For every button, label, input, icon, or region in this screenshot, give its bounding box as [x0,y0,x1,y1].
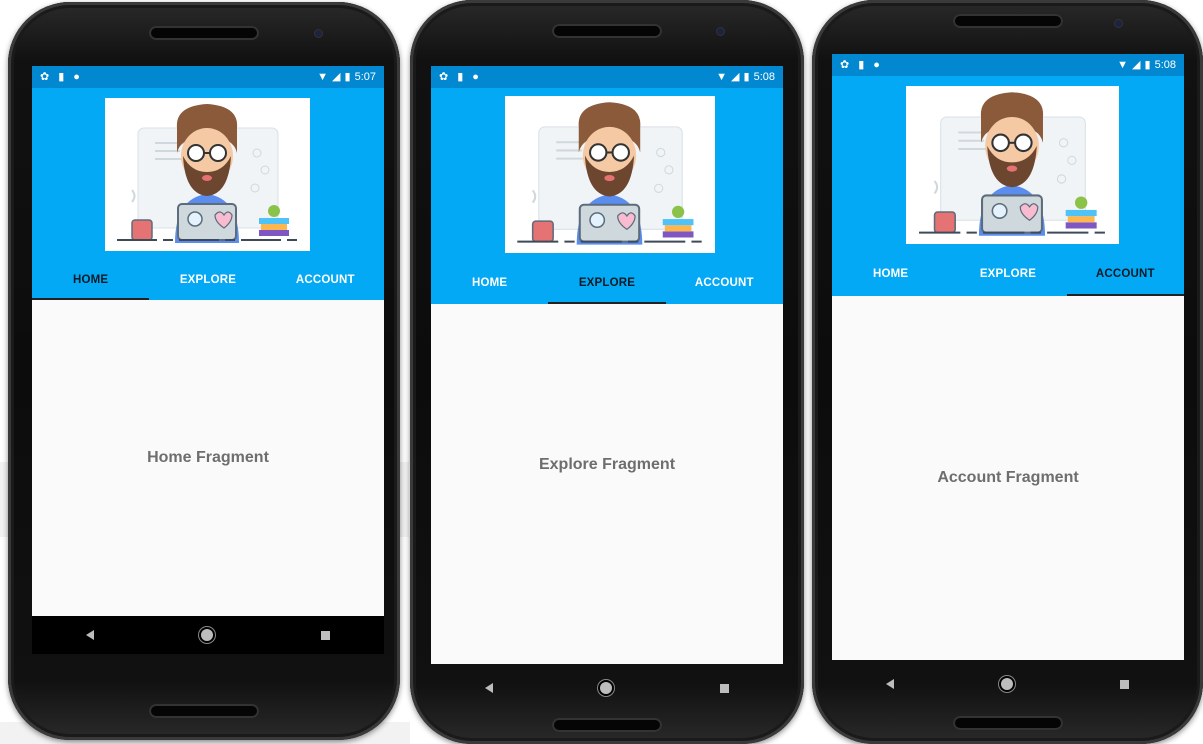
recents-icon[interactable] [720,683,730,693]
wifi-icon: ▼ [317,70,329,83]
tab-label: ACCOUNT [295,274,355,286]
screen: ✿ ▮ ● ▼ ◢ ▮ 5:08 [431,66,783,664]
sync-icon: ● [73,70,80,83]
home-icon[interactable] [201,629,214,641]
tab-account[interactable]: ACCOUNT [1066,252,1184,296]
home-icon[interactable] [600,682,613,694]
fragment-content: Home Fragment [32,300,384,616]
tab-label: EXPLORE [179,274,237,286]
status-bar: ✿ ▮ ● ▼ ◢ ▮ 5:07 [32,66,384,88]
signal-icon: ◢ [731,70,740,83]
sd-card-icon: ▮ [457,70,464,83]
battery-icon: ▮ [1144,58,1151,71]
status-bar: ✿ ▮ ● ▼ ◢ ▮ 5:08 [431,66,783,88]
tab-home[interactable]: HOME [32,260,150,300]
navigation-bar [832,664,1183,704]
earpiece-speaker [952,14,1063,28]
earpiece-speaker [149,26,259,40]
header-image [906,86,1119,244]
battery-icon: ▮ [743,70,750,83]
status-time: 5:08 [1154,59,1176,71]
settings-icon: ✿ [40,70,50,83]
developer-illustration [117,104,300,243]
tab-bar: HOME EXPLORE ACCOUNT [32,260,384,300]
bottom-speaker [149,704,259,718]
tab-label: EXPLORE [979,268,1037,280]
sd-card-icon: ▮ [58,70,65,83]
screen: ✿ ▮ ● ▼ ◢ ▮ 5:08 [832,54,1184,660]
sd-card-icon: ▮ [858,58,865,71]
tab-explore[interactable]: EXPLORE [548,262,666,304]
tab-home[interactable]: HOME [431,262,548,304]
phone-explore: ✿ ▮ ● ▼ ◢ ▮ 5:08 HOME EXPLORE ACCOUNT Ex… [410,0,804,744]
settings-icon: ✿ [840,58,850,71]
developer-illustration [919,92,1109,236]
front-camera [717,28,724,35]
tab-label: ACCOUNT [694,277,754,289]
tab-label: EXPLORE [578,277,636,289]
status-time: 5:07 [354,71,376,83]
front-camera [315,30,322,37]
signal-icon: ◢ [1132,58,1141,71]
screen: ✿ ▮ ● ▼ ◢ ▮ 5:07 HOME EXPLORE ACCOUNT Ho… [32,66,384,654]
sync-icon: ● [472,70,479,83]
tab-explore[interactable]: EXPLORE [149,260,266,300]
navigation-bar [431,666,783,710]
tab-label: HOME [873,268,909,280]
tab-bar: HOME EXPLORE ACCOUNT [832,252,1184,296]
signal-icon: ◢ [332,70,341,83]
battery-icon: ▮ [344,70,351,83]
back-icon[interactable] [885,679,894,689]
navigation-bar [32,616,384,654]
recents-icon[interactable] [321,630,331,640]
recents-icon[interactable] [1120,679,1130,689]
wifi-icon: ▼ [1117,58,1129,71]
status-bar: ✿ ▮ ● ▼ ◢ ▮ 5:08 [832,54,1184,76]
tab-label: HOME [73,274,109,286]
bottom-speaker [952,716,1063,730]
status-time: 5:08 [753,71,775,83]
fragment-title: Account Fragment [937,469,1079,486]
phone-home: ✿ ▮ ● ▼ ◢ ▮ 5:07 HOME EXPLORE ACCOUNT Ho… [8,2,400,740]
developer-illustration [517,102,705,245]
wifi-icon: ▼ [716,70,728,83]
home-icon[interactable] [1000,678,1013,690]
fragment-title: Home Fragment [147,449,269,466]
settings-icon: ✿ [439,70,449,83]
tab-label: HOME [472,277,508,289]
earpiece-speaker [552,24,662,38]
front-camera [1115,20,1122,27]
back-icon[interactable] [484,683,493,693]
tab-account[interactable]: ACCOUNT [267,260,384,300]
tab-label: ACCOUNT [1095,268,1155,280]
tab-bar: HOME EXPLORE ACCOUNT [431,262,783,304]
tab-home[interactable]: HOME [832,252,949,296]
header-image [505,96,715,253]
tab-account[interactable]: ACCOUNT [666,262,783,304]
fragment-content: Account Fragment [832,296,1184,660]
tab-explore[interactable]: EXPLORE [949,252,1066,296]
fragment-title: Explore Fragment [538,456,676,473]
bottom-speaker [552,718,662,732]
fragment-content: Explore Fragment [431,304,783,626]
phone-account: ✿ ▮ ● ▼ ◢ ▮ 5:08 HOME EXPLORE ACCOUNT Ac… [812,0,1203,744]
back-icon[interactable] [85,630,94,640]
header-image [105,98,310,251]
sync-icon: ● [873,58,880,71]
